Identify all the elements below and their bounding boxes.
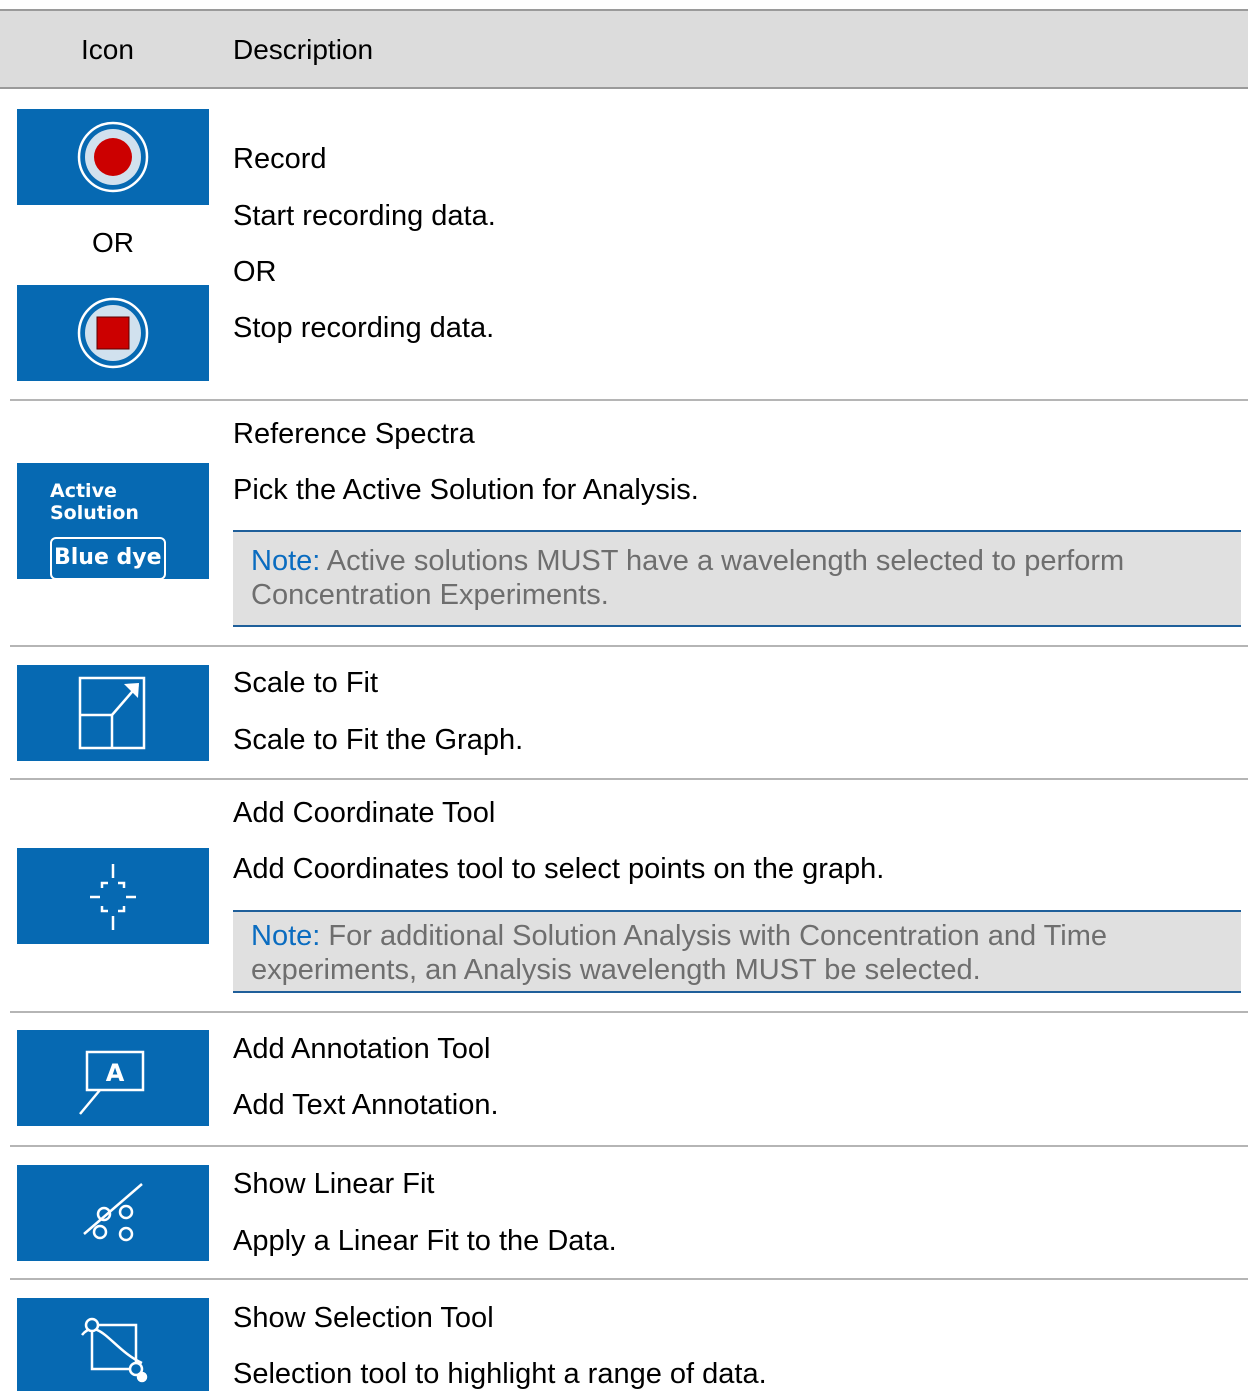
linear-fit-desc: Apply a Linear Fit to the Data. xyxy=(233,1225,617,1257)
header-description-column: Description xyxy=(233,34,374,65)
scale-to-fit-icon[interactable] xyxy=(17,665,209,761)
note-text: Active solutions MUST have a wavelength … xyxy=(251,545,1125,611)
note-lead: Note: xyxy=(251,545,321,577)
coordinate-tool-desc: Add Coordinates tool to select points on… xyxy=(233,853,885,885)
selection-tool-desc: Selection tool to highlight a range of d… xyxy=(233,1358,767,1390)
record-stop-icon[interactable] xyxy=(17,285,209,381)
coordinate-tool-icon[interactable] xyxy=(17,848,209,944)
linear-fit-title: Show Linear Fit xyxy=(233,1168,435,1200)
record-desc-start: Start recording data. xyxy=(233,200,496,232)
header-icon-column: Icon xyxy=(81,34,134,65)
reference-spectra-title: Reference Spectra xyxy=(233,418,475,450)
reference-spectra-desc: Pick the Active Solution for Analysis. xyxy=(233,474,699,506)
record-title: Record xyxy=(233,143,327,175)
record-desc-or: OR xyxy=(233,256,277,288)
row-divider xyxy=(10,778,1248,780)
row-divider xyxy=(10,1278,1248,1280)
or-label: OR xyxy=(92,227,134,258)
scale-to-fit-title: Scale to Fit xyxy=(233,667,379,699)
annotation-tool-title: Add Annotation Tool xyxy=(233,1033,491,1065)
row-divider xyxy=(10,645,1248,647)
row-divider xyxy=(10,399,1248,401)
annotation-letter: A xyxy=(106,1059,125,1087)
linear-fit-icon[interactable] xyxy=(17,1165,209,1261)
coordinate-tool-title: Add Coordinate Tool xyxy=(233,797,496,829)
annotation-tool-icon[interactable]: A xyxy=(17,1030,209,1126)
active-solution-value[interactable]: Blue dye xyxy=(50,537,166,580)
coordinate-tool-note: Note: For additional Solution Analysis w… xyxy=(233,910,1241,993)
note-lead: Note: xyxy=(251,920,321,952)
reference-spectra-note: Note: Active solutions MUST have a wavel… xyxy=(233,530,1241,627)
selection-tool-title: Show Selection Tool xyxy=(233,1302,494,1334)
annotation-tool-desc: Add Text Annotation. xyxy=(233,1089,499,1121)
note-text: For additional Solution Analysis with Co… xyxy=(251,920,1107,986)
record-start-icon[interactable] xyxy=(17,109,209,205)
active-solution-selector[interactable]: Active Solution Blue dye xyxy=(17,463,209,580)
scale-to-fit-desc: Scale to Fit the Graph. xyxy=(233,724,524,756)
row-divider xyxy=(10,1145,1248,1147)
table-header: Icon Description xyxy=(0,9,1248,89)
selection-tool-icon[interactable] xyxy=(17,1298,209,1391)
active-solution-label: Active Solution xyxy=(50,480,139,524)
row-divider xyxy=(10,1011,1248,1013)
record-desc-stop: Stop recording data. xyxy=(233,312,495,344)
